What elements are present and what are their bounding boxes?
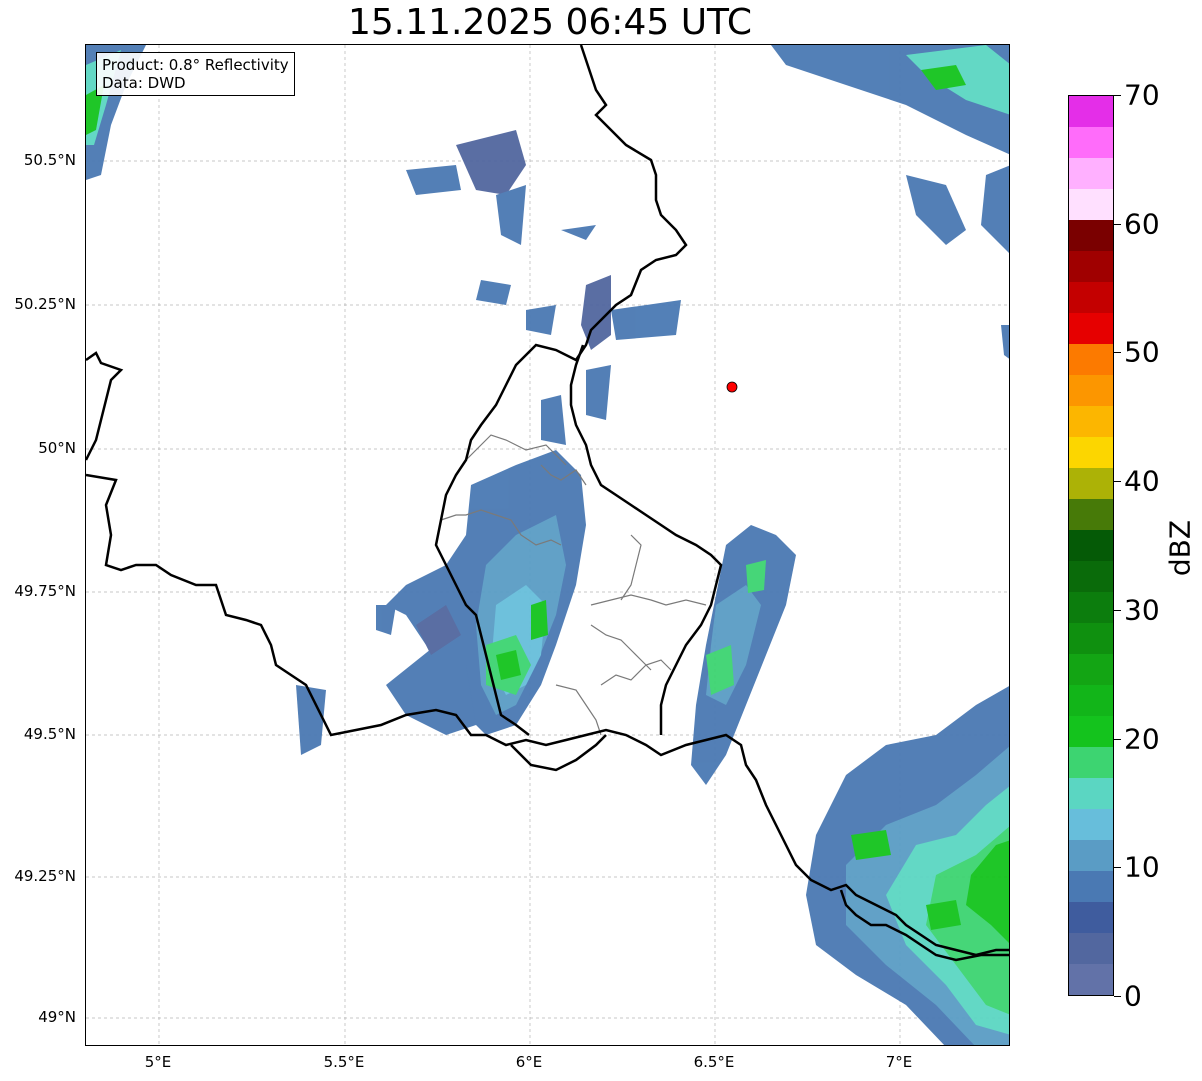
- product-info-box: Product: 0.8° Reflectivity Data: DWD: [96, 52, 295, 96]
- colorbar-tick-label: 10: [1124, 850, 1160, 884]
- lat-label-49: 49°N: [38, 1008, 76, 1026]
- colorbar-tick: [1114, 223, 1121, 225]
- colorbar-tick-label: 70: [1124, 78, 1160, 112]
- colorbar-tick-label: 30: [1124, 593, 1160, 627]
- lat-label-49-25: 49.25°N: [14, 867, 76, 885]
- dbz-colorbar: [1068, 95, 1114, 996]
- lat-label-49-75: 49.75°N: [14, 582, 76, 600]
- colorbar-tick: [1114, 867, 1121, 869]
- colorbar-tick: [1114, 352, 1121, 354]
- lon-label-5-5: 5.5°E: [323, 1053, 365, 1071]
- data-source-label: Data: DWD: [102, 74, 186, 92]
- product-label: Product: 0.8° Reflectivity: [102, 56, 289, 74]
- colorbar-tick-label: 0: [1124, 979, 1142, 1013]
- map-title: 15.11.2025 06:45 UTC: [347, 2, 753, 43]
- colorbar-tick: [1114, 95, 1121, 96]
- lat-label-50-5: 50.5°N: [23, 151, 76, 169]
- map-canvas: [86, 45, 1009, 1045]
- colorbar-tick: [1114, 609, 1121, 611]
- radar-map[interactable]: [85, 44, 1010, 1046]
- lat-label-50-25: 50.25°N: [14, 295, 76, 313]
- colorbar-tick-label: 20: [1124, 722, 1160, 756]
- lon-label-6: 6°E: [515, 1053, 543, 1071]
- colorbar-tick: [1114, 481, 1121, 483]
- radar-echoes: [86, 45, 1009, 1045]
- lon-label-6-5: 6.5°E: [693, 1053, 735, 1071]
- colorbar-tick-label: 40: [1124, 464, 1160, 498]
- colorbar-title: dBZ: [1163, 519, 1197, 577]
- lon-label-5: 5°E: [144, 1053, 172, 1071]
- colorbar-tick-label: 50: [1124, 335, 1160, 369]
- colorbar-tick: [1114, 996, 1121, 997]
- lat-label-49-5: 49.5°N: [23, 725, 76, 743]
- lon-label-7: 7°E: [885, 1053, 913, 1071]
- lat-label-50: 50°N: [38, 439, 76, 457]
- colorbar-tick: [1114, 738, 1121, 740]
- colorbar-tick-label: 60: [1124, 207, 1160, 241]
- radar-site-marker: [726, 381, 738, 393]
